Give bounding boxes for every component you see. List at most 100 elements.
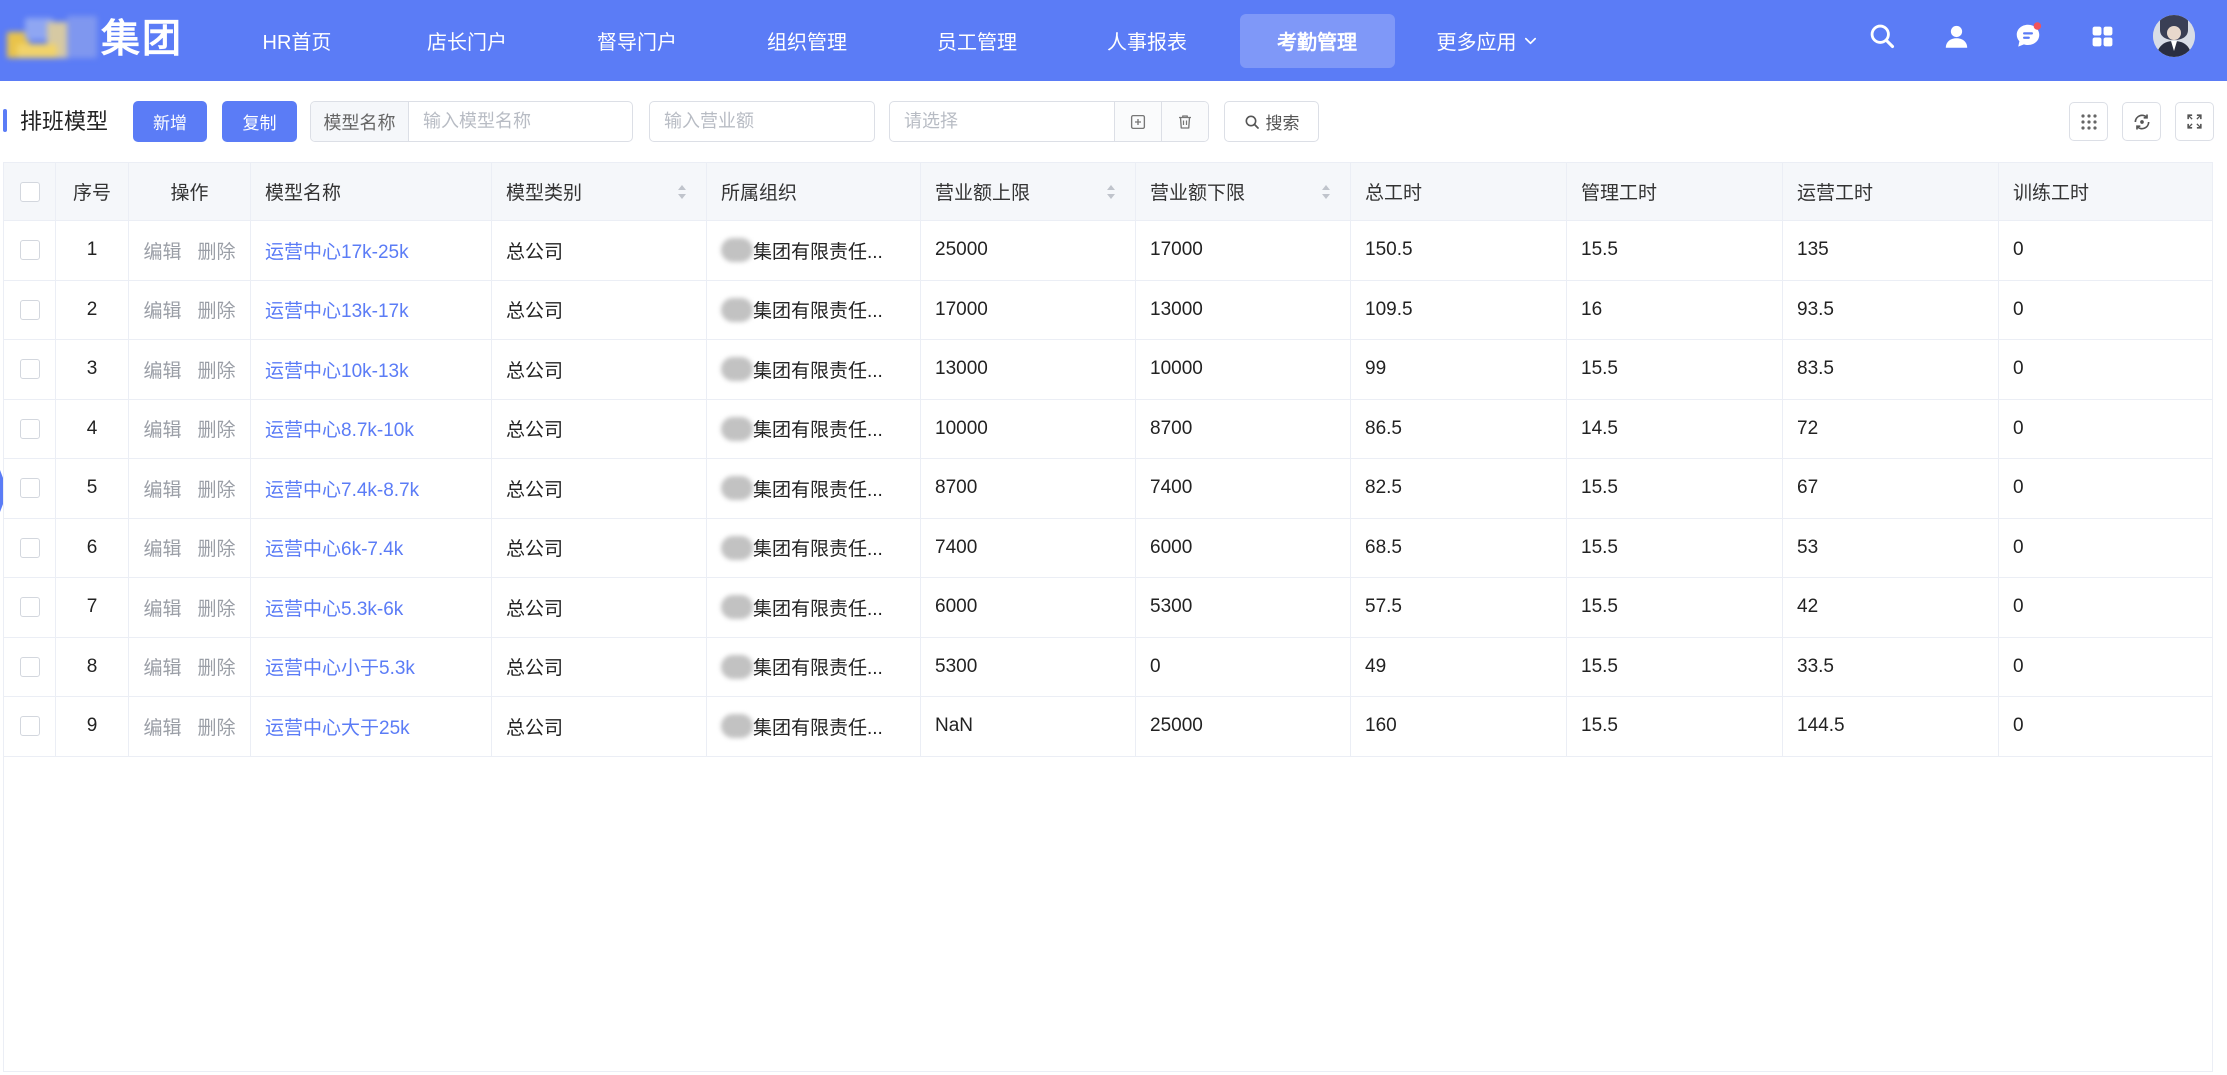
row-select-cell [4, 637, 56, 696]
column-header-model-category[interactable]: 模型类别 [492, 163, 707, 220]
revenue-min-cell: 0 [1136, 637, 1351, 696]
revenue-filter [649, 101, 875, 142]
search-icon [1244, 114, 1260, 130]
model-name-link[interactable]: 运营中心8.7k-10k [265, 415, 414, 442]
revenue-max-cell: NaN [921, 697, 1136, 756]
plus-square-icon[interactable] [1114, 102, 1161, 141]
nav-item-pill: 人事报表 [1070, 14, 1225, 68]
edit-link[interactable]: 编辑 [143, 415, 181, 442]
refresh-icon[interactable] [2122, 102, 2161, 141]
revenue-max-cell: 5300 [921, 637, 1136, 696]
revenue-input[interactable] [650, 102, 874, 141]
user-icon[interactable] [1938, 18, 1974, 54]
operation-hours-cell: 42 [1783, 578, 1999, 637]
page-title: 排班模型 [20, 109, 109, 134]
management-hours-cell: 15.5 [1567, 340, 1783, 399]
column-settings-icon[interactable] [2069, 102, 2108, 141]
sort-icon[interactable] [1105, 183, 1117, 201]
delete-link[interactable]: 删除 [198, 356, 236, 383]
row-actions: 编辑 删除 [129, 280, 251, 339]
model-name-link[interactable]: 运营中心17k-25k [265, 237, 409, 264]
search-button[interactable]: 搜索 [1224, 101, 1319, 142]
select-all-cell [4, 163, 56, 220]
redacted-text [721, 714, 753, 739]
row-checkbox[interactable] [19, 716, 40, 737]
delete-link[interactable]: 删除 [198, 534, 236, 561]
fullscreen-icon[interactable] [2175, 102, 2214, 141]
model-name-cell: 运营中心大于25k [251, 697, 492, 756]
management-hours-cell: 15.5 [1567, 578, 1783, 637]
nav-item-more-apps[interactable]: 更多应用 [1402, 0, 1572, 81]
row-checkbox[interactable] [19, 299, 40, 320]
nav-item-supervisor-portal[interactable]: 督导门户 [552, 0, 722, 81]
delete-link[interactable]: 删除 [198, 296, 236, 323]
model-name-link[interactable]: 运营中心6k-7.4k [265, 534, 403, 561]
model-name-link[interactable]: 运营中心大于25k [265, 713, 410, 740]
total-hours-cell: 57.5 [1351, 578, 1567, 637]
nav-item-attendance-management[interactable]: 考勤管理 [1232, 0, 1402, 81]
search-icon[interactable] [1864, 18, 1900, 54]
row-checkbox[interactable] [19, 478, 40, 499]
edit-link[interactable]: 编辑 [143, 534, 181, 561]
table-row: 1 编辑 删除 运营中心17k-25k 总公司 集团有限责任... 25000 … [4, 221, 2212, 281]
column-header-revenue-max[interactable]: 营业额上限 [921, 163, 1136, 220]
nav-item-label: 员工管理 [937, 32, 1017, 54]
delete-link[interactable]: 删除 [198, 415, 236, 442]
message-icon[interactable] [2010, 18, 2046, 54]
model-name-link[interactable]: 运营中心5.3k-6k [265, 594, 403, 621]
edit-link[interactable]: 编辑 [143, 713, 181, 740]
row-checkbox[interactable] [19, 597, 40, 618]
nav-item-pill: 店长门户 [390, 14, 545, 68]
delete-link[interactable]: 删除 [198, 237, 236, 264]
edit-link[interactable]: 编辑 [143, 237, 181, 264]
copy-button[interactable]: 复制 [222, 101, 297, 142]
nav-item-hr-reports[interactable]: 人事报表 [1062, 0, 1232, 81]
redacted-text [721, 476, 753, 501]
select-all-checkbox[interactable] [19, 181, 40, 202]
model-name-link[interactable]: 运营中心小于5.3k [265, 653, 415, 680]
row-checkbox[interactable] [19, 537, 40, 558]
revenue-min-cell: 7400 [1136, 459, 1351, 518]
edit-link[interactable]: 编辑 [143, 475, 181, 502]
add-button[interactable]: 新增 [133, 101, 207, 142]
edit-link[interactable]: 编辑 [143, 296, 181, 323]
revenue-max-cell: 6000 [921, 578, 1136, 637]
row-checkbox[interactable] [19, 418, 40, 439]
delete-link[interactable]: 删除 [198, 594, 236, 621]
organization-select-input[interactable] [890, 102, 1114, 141]
row-select-cell [4, 459, 56, 518]
nav-item-org-management[interactable]: 组织管理 [722, 0, 892, 81]
nav-item-store-manager-portal[interactable]: 店长门户 [382, 0, 552, 81]
revenue-min-cell: 13000 [1136, 280, 1351, 339]
delete-link[interactable]: 删除 [198, 475, 236, 502]
logo-text[interactable]: 集团 [101, 12, 183, 68]
delete-link[interactable]: 删除 [198, 653, 236, 680]
edit-link[interactable]: 编辑 [143, 653, 181, 680]
column-header-revenue-min[interactable]: 营业额下限 [1136, 163, 1351, 220]
row-actions: 编辑 删除 [129, 459, 251, 518]
nav-item-employee-management[interactable]: 员工管理 [892, 0, 1062, 81]
organization-cell: 集团有限责任... [707, 697, 921, 756]
trash-icon[interactable] [1161, 102, 1208, 141]
nav-item-hr-home[interactable]: HR首页 [212, 0, 382, 81]
sort-icon[interactable] [1320, 183, 1332, 201]
edit-link[interactable]: 编辑 [143, 356, 181, 383]
operation-hours-cell: 33.5 [1783, 637, 1999, 696]
model-name-link[interactable]: 运营中心7.4k-8.7k [265, 475, 419, 502]
row-checkbox[interactable] [19, 656, 40, 677]
table-row: 5 编辑 删除 运营中心7.4k-8.7k 总公司 集团有限责任... 8700… [4, 459, 2212, 519]
user-avatar[interactable] [2153, 15, 2195, 57]
row-actions: 编辑 删除 [129, 399, 251, 458]
total-hours-cell: 160 [1351, 697, 1567, 756]
row-checkbox[interactable] [19, 359, 40, 380]
delete-link[interactable]: 删除 [198, 713, 236, 740]
edit-link[interactable]: 编辑 [143, 594, 181, 621]
organization-name: 集团有限责任... [753, 717, 883, 739]
row-checkbox[interactable] [19, 240, 40, 261]
model-name-link[interactable]: 运营中心13k-17k [265, 296, 409, 323]
row-index: 7 [56, 578, 129, 637]
apps-grid-icon[interactable] [2084, 18, 2120, 54]
model-name-link[interactable]: 运营中心10k-13k [265, 356, 409, 383]
sort-icon[interactable] [676, 183, 688, 201]
model-name-input[interactable] [409, 102, 632, 141]
